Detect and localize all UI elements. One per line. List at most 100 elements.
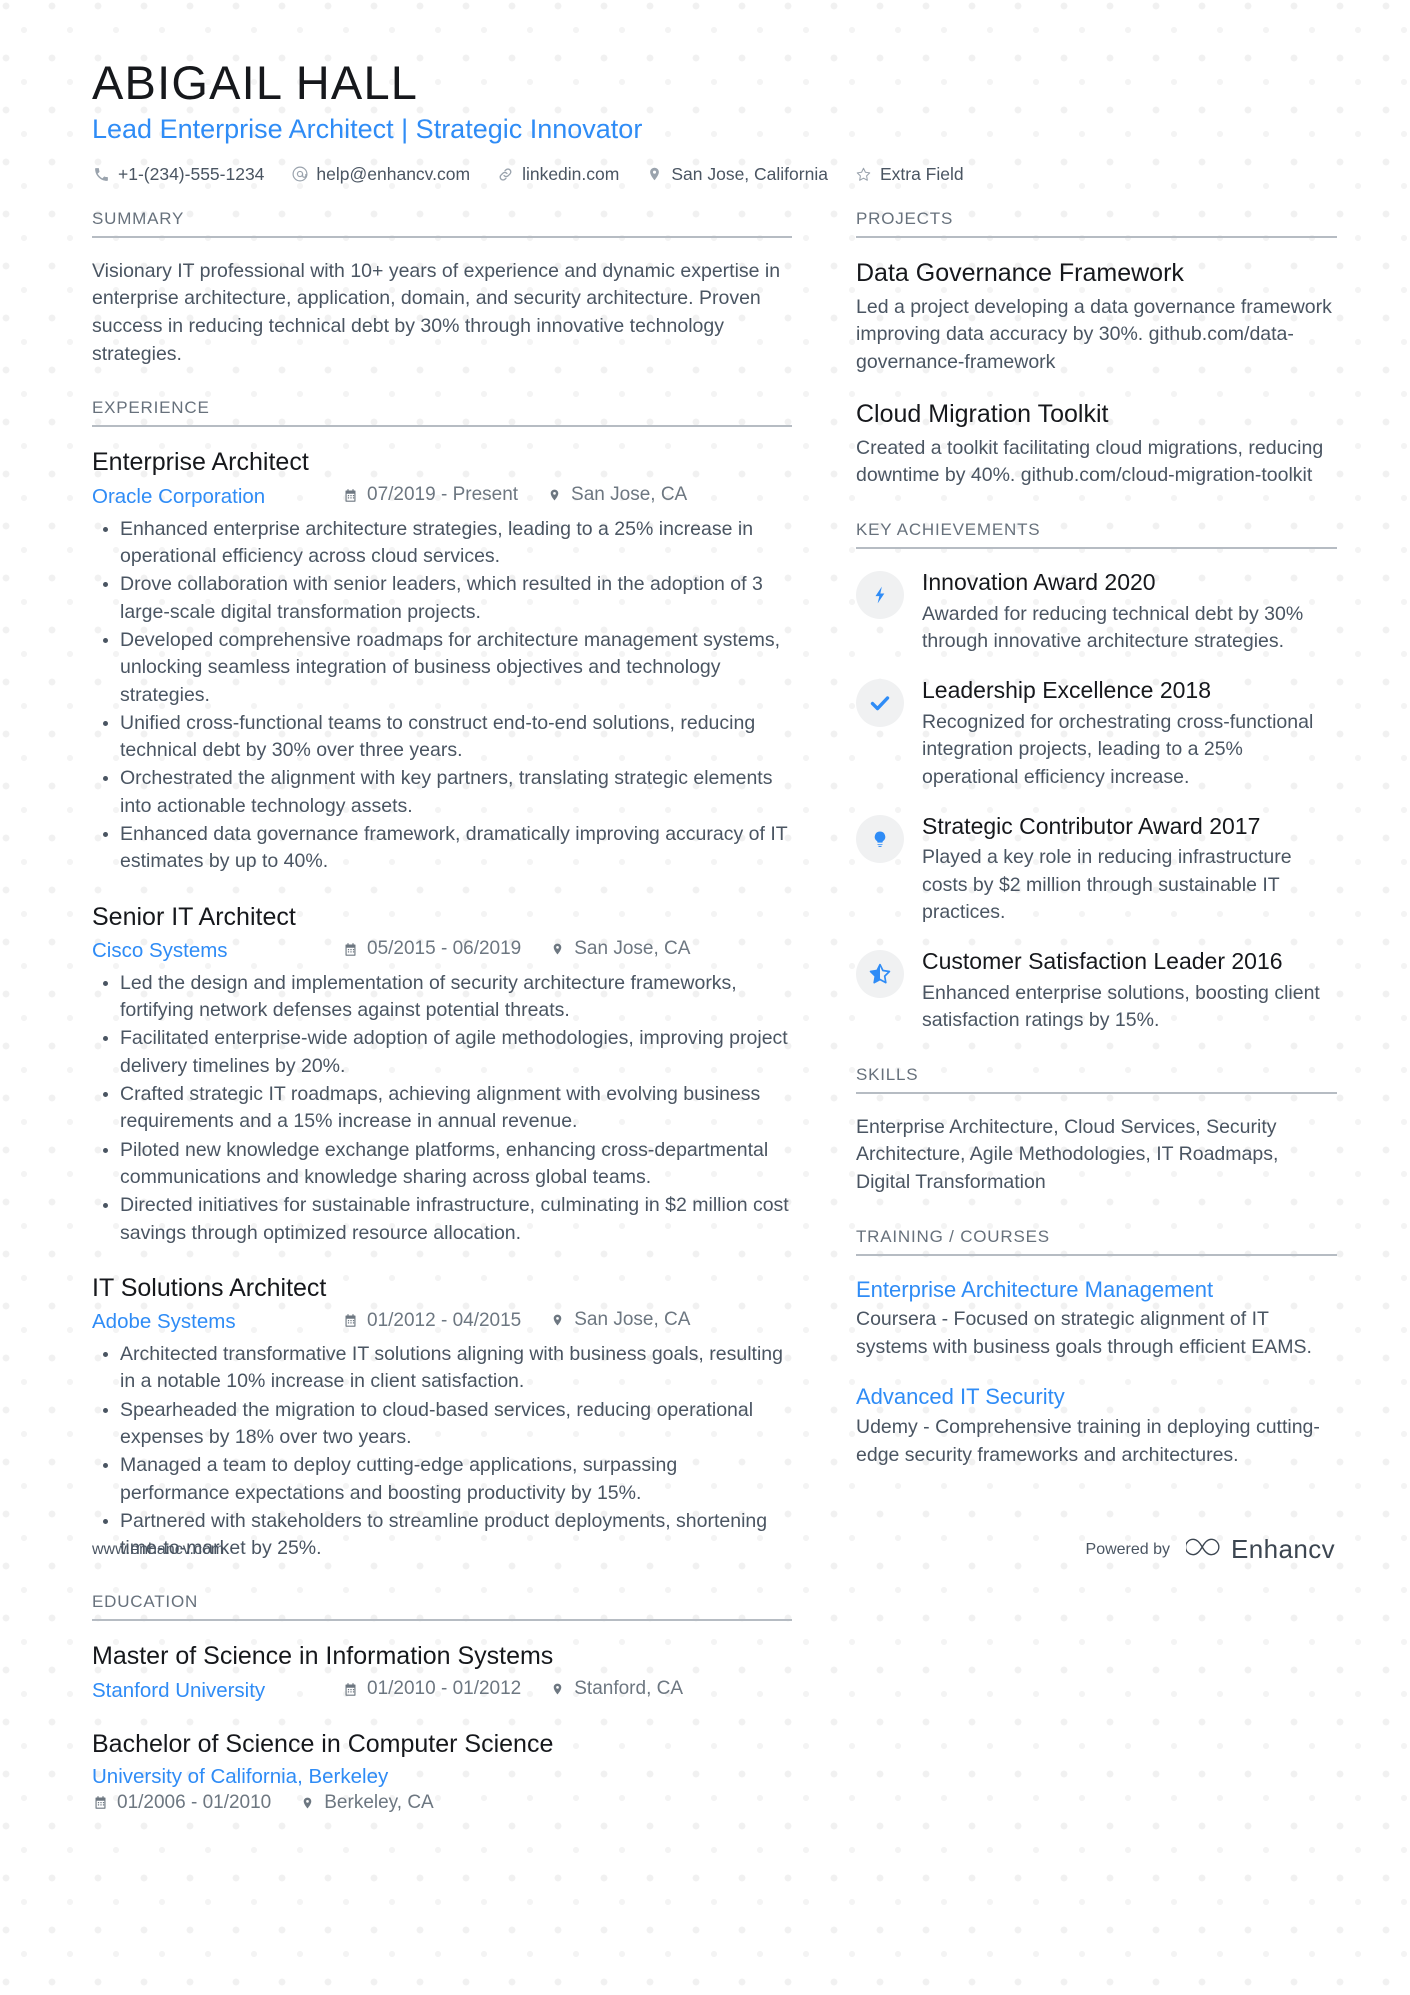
achievement-body: Innovation Award 2020 Awarded for reduci… — [922, 569, 1337, 655]
education-entry: Master of Science in Information Systems… — [92, 1641, 792, 1702]
achievement-body: Customer Satisfaction Leader 2016 Enhanc… — [922, 948, 1337, 1034]
achievement-entry: Customer Satisfaction Leader 2016 Enhanc… — [856, 948, 1337, 1034]
footer: www.enhancv.com Powered by Enhancv — [92, 1534, 1335, 1565]
list-item: Spearheaded the migration to cloud-based… — [103, 1397, 792, 1452]
star-icon — [854, 165, 873, 184]
achievement-body: Leadership Excellence 2018 Recognized fo… — [922, 677, 1337, 790]
education-location-text: Berkeley, CA — [324, 1791, 434, 1813]
contact-email-text: help@enhancv.com — [316, 163, 471, 184]
location-icon — [299, 1794, 316, 1811]
lightning-bolt-icon — [856, 571, 904, 620]
achievement-description: Recognized for orchestrating cross-funct… — [922, 710, 1314, 788]
right-column: PROJECTS Data Governance Framework Led a… — [856, 209, 1337, 1500]
education-dates-text: 01/2006 - 01/2010 — [117, 1791, 272, 1813]
list-item: Unified cross-functional teams to constr… — [103, 710, 792, 765]
email-icon — [290, 165, 309, 184]
section-experience: EXPERIENCE Enterprise Architect Oracle C… — [92, 398, 792, 1562]
skills-text: Enterprise Architecture, Cloud Services,… — [856, 1115, 1279, 1193]
course-description: Coursera - Focused on strategic alignmen… — [856, 1308, 1312, 1358]
list-item: Facilitated enterprise-wide adoption of … — [103, 1025, 792, 1080]
job-dates: 07/2019 - Present — [342, 484, 518, 506]
experience-entry: Senior IT Architect Cisco Systems 05/201… — [92, 902, 792, 1247]
list-item: Enhanced data governance framework, dram… — [103, 821, 792, 876]
page-title: ABIGAIL HALL — [92, 56, 419, 109]
resume-header: ABIGAIL HALL Lead Enterprise Architect |… — [92, 58, 1337, 185]
company-name[interactable]: Cisco Systems — [92, 939, 342, 963]
school-name[interactable]: Stanford University — [92, 1679, 342, 1703]
contact-linkedin-text: linkedin.com — [522, 163, 620, 184]
calendar-icon — [92, 1794, 109, 1811]
section-heading-skills: SKILLS — [856, 1065, 1337, 1094]
list-item: Led the design and implementation of sec… — [103, 970, 792, 1025]
job-title: Enterprise Architect — [92, 448, 309, 477]
phone-icon — [92, 165, 111, 184]
resume-columns: SUMMARY Visionary IT professional with 1… — [92, 209, 1337, 1844]
list-item: Developed comprehensive roadmaps for arc… — [103, 627, 792, 709]
contact-phone-text: +1-(234)-555-1234 — [118, 163, 265, 184]
achievement-entry: Leadership Excellence 2018 Recognized fo… — [856, 677, 1337, 790]
section-skills: SKILLS Enterprise Architecture, Cloud Se… — [856, 1065, 1337, 1197]
list-item: Enhanced enterprise architecture strateg… — [103, 516, 792, 571]
list-item: Architected transformative IT solutions … — [103, 1341, 792, 1396]
contact-extra-field[interactable]: Extra Field — [854, 164, 964, 185]
section-heading-key-achievements: KEY ACHIEVEMENTS — [856, 520, 1337, 550]
company-name[interactable]: Adobe Systems — [92, 1310, 342, 1334]
school-name[interactable]: University of California, Berkeley — [92, 1765, 388, 1789]
job-bullets: Enhanced enterprise architecture strateg… — [92, 516, 792, 876]
left-column: SUMMARY Visionary IT professional with 1… — [92, 209, 792, 1844]
contact-row: +1-(234)-555-1234 help@enhancv.com linke… — [92, 164, 1337, 185]
section-heading-projects: PROJECTS — [856, 209, 1337, 238]
experience-entry: IT Solutions Architect Adobe Systems 01/… — [92, 1273, 792, 1563]
contact-linkedin[interactable]: linkedin.com — [496, 164, 619, 185]
education-location-text: Stanford, CA — [574, 1677, 684, 1699]
education-location: Stanford, CA — [549, 1678, 683, 1700]
job-location-text: San Jose, CA — [574, 937, 691, 959]
contact-phone[interactable]: +1-(234)-555-1234 — [92, 164, 264, 185]
job-bullets: Led the design and implementation of sec… — [92, 970, 792, 1247]
enhancv-logo: Enhancv — [1184, 1534, 1335, 1565]
job-dates-text: 01/2012 - 04/2015 — [367, 1309, 522, 1331]
list-item: Drove collaboration with senior leaders,… — [103, 571, 792, 626]
contact-email[interactable]: help@enhancv.com — [290, 164, 470, 185]
list-item: Managed a team to deploy cutting-edge ap… — [103, 1452, 792, 1507]
calendar-icon — [342, 941, 359, 958]
resume-content: ABIGAIL HALL Lead Enterprise Architect |… — [92, 58, 1337, 1844]
job-location: San Jose, CA — [546, 484, 687, 506]
list-item: Crafted strategic IT roadmaps, achieving… — [103, 1081, 792, 1136]
job-dates-text: 05/2015 - 06/2019 — [367, 938, 522, 960]
job-meta: Oracle Corporation 07/2019 - Present San… — [92, 484, 792, 509]
lightbulb-icon — [856, 814, 904, 863]
project-entry: Cloud Migration Toolkit Created a toolki… — [856, 399, 1337, 490]
course-description: Udemy - Comprehensive training in deploy… — [856, 1415, 1320, 1466]
job-bullets: Architected transformative IT solutions … — [92, 1341, 792, 1562]
list-item: Orchestrated the alignment with key part… — [103, 765, 792, 820]
achievement-description: Played a key role in reducing infrastruc… — [922, 846, 1292, 924]
section-heading-education: EDUCATION — [92, 1592, 792, 1622]
summary-text: Visionary IT professional with 10+ years… — [92, 259, 781, 365]
location-icon — [549, 1312, 566, 1329]
achievement-title: Innovation Award 2020 — [922, 569, 1156, 596]
project-description: Created a toolkit facilitating cloud mig… — [856, 436, 1324, 487]
location-icon — [549, 1680, 566, 1697]
course-title[interactable]: Advanced IT Security — [856, 1383, 1337, 1411]
job-location: San Jose, CA — [549, 938, 690, 960]
contact-location[interactable]: San Jose, California — [645, 164, 828, 185]
course-title[interactable]: Enterprise Architecture Management — [856, 1276, 1337, 1304]
project-title: Cloud Migration Toolkit — [856, 399, 1109, 428]
achievement-entry: Strategic Contributor Award 2017 Played … — [856, 813, 1337, 926]
list-item: Directed initiatives for sustainable inf… — [103, 1192, 792, 1247]
job-location-text: San Jose, CA — [574, 1309, 691, 1331]
section-projects: PROJECTS Data Governance Framework Led a… — [856, 209, 1337, 490]
achievement-title: Customer Satisfaction Leader 2016 — [922, 948, 1283, 975]
achievement-entry: Innovation Award 2020 Awarded for reduci… — [856, 569, 1337, 655]
achievement-title: Leadership Excellence 2018 — [922, 677, 1211, 704]
education-dates: 01/2010 - 01/2012 — [342, 1678, 521, 1700]
footer-website[interactable]: www.enhancv.com — [92, 1541, 224, 1559]
education-location: Berkeley, CA — [299, 1791, 434, 1814]
achievement-body: Strategic Contributor Award 2017 Played … — [922, 813, 1337, 926]
company-name[interactable]: Oracle Corporation — [92, 485, 342, 509]
calendar-icon — [342, 487, 359, 504]
job-meta: Adobe Systems 01/2012 - 04/2015 San Jose… — [92, 1309, 792, 1334]
course-entry: Enterprise Architecture Management Cours… — [856, 1276, 1337, 1362]
link-icon — [496, 165, 515, 184]
